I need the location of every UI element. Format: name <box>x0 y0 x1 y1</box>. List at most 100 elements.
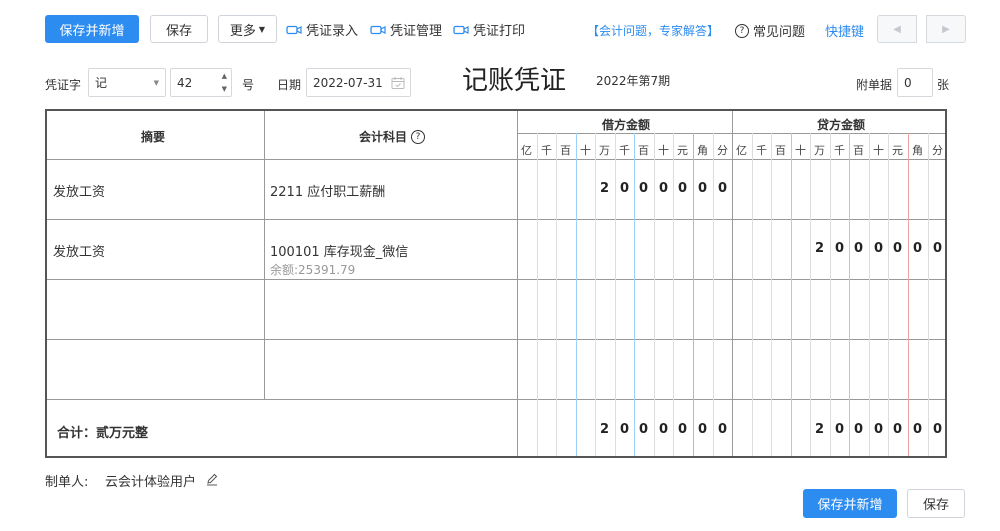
entry-summary-cell[interactable]: 发放工资 <box>53 181 105 200</box>
digit-unit-label: 元 <box>892 144 903 157</box>
attachment-unit-label: 张 <box>937 78 950 92</box>
column-divider-line <box>732 111 733 456</box>
digit-divider-line <box>537 133 538 456</box>
debit-amount-digit: 0 <box>658 181 669 196</box>
footer-save-and-new-button[interactable]: 保存并新增 <box>803 489 897 518</box>
next-voucher-button[interactable]: ▶ <box>926 15 966 43</box>
more-dropdown[interactable]: 更多 ▼ <box>218 15 277 43</box>
account-header-label: 会计科目 <box>359 130 408 144</box>
edit-pencil-icon[interactable] <box>205 472 219 486</box>
digit-unit-label: 十 <box>795 144 806 157</box>
voucher-word-value: 记 <box>95 76 108 90</box>
digit-unit-label: 千 <box>756 144 767 157</box>
save-button[interactable]: 保存 <box>150 15 208 43</box>
prev-arrow-icon: ◀ <box>893 23 901 35</box>
total-debit-digit: 0 <box>638 422 649 437</box>
total-credit-digit: 0 <box>892 422 903 437</box>
footer-save-button[interactable]: 保存 <box>907 489 965 518</box>
credit-amount-digit: 0 <box>873 241 884 256</box>
digit-divider-line <box>556 133 557 456</box>
digit-divider-line <box>810 133 811 456</box>
voucher-number-stepper[interactable]: 42 ▲ ▼ <box>170 68 232 97</box>
digit-unit-label: 分 <box>717 144 728 157</box>
page-title: 记账凭证 <box>462 66 567 96</box>
voucher-print-label: 凭证打印 <box>473 24 526 39</box>
credit-header: 贷方金额 <box>817 118 866 132</box>
total-credit-digit: 0 <box>834 422 845 437</box>
video-camera-icon <box>370 25 386 34</box>
period-label: 2022年第7期 <box>596 74 671 88</box>
caret-down-icon: ▼ <box>258 24 266 34</box>
total-credit-digit: 2 <box>814 422 825 437</box>
debit-amount-digit: 0 <box>697 181 708 196</box>
digit-unit-label: 十 <box>873 144 884 157</box>
account-header: 会计科目 ? <box>359 128 426 145</box>
voucher-number-value: 42 <box>177 75 193 90</box>
entry-summary-cell[interactable]: 发放工资 <box>53 241 105 260</box>
date-input[interactable]: 2022-07-31 <box>306 68 411 97</box>
entry-account-cell[interactable]: 100101 库存现金_微信 <box>270 241 408 260</box>
credit-amount-digit: 0 <box>834 241 845 256</box>
column-divider-line <box>517 111 518 456</box>
total-credit-digit: 0 <box>873 422 884 437</box>
credit-amount-digit: 0 <box>912 241 923 256</box>
next-arrow-icon: ▶ <box>942 23 950 35</box>
video-camera-icon <box>286 25 302 34</box>
debit-amount-digit: 0 <box>677 181 688 196</box>
date-value: 2022-07-31 <box>313 75 383 90</box>
video-camera-icon <box>453 25 469 34</box>
number-unit-label: 号 <box>242 78 255 92</box>
debit-credit-divider-line <box>517 133 945 134</box>
debit-amount-digit: 0 <box>717 181 728 196</box>
credit-amount-digit: 0 <box>892 241 903 256</box>
total-debit-digit: 0 <box>658 422 669 437</box>
more-label: 更多 <box>229 23 256 39</box>
total-debit-digit: 0 <box>697 422 708 437</box>
voucher-table: 摘要 会计科目 ? 借方金额 贷方金额 亿千百十万千百十元角分亿千百十万千百十元… <box>45 109 947 458</box>
credit-amount-digit: 0 <box>932 241 943 256</box>
question-circle-icon: ? <box>735 23 749 38</box>
date-label: 日期 <box>277 78 302 92</box>
digit-unit-label: 角 <box>697 144 708 157</box>
digit-divider-line <box>752 133 753 456</box>
voucher-manage-link[interactable]: 凭证管理 <box>370 20 442 39</box>
debit-amount-digit: 0 <box>638 181 649 196</box>
digit-unit-label: 百 <box>775 144 786 157</box>
calendar-icon <box>391 77 405 89</box>
digit-unit-label: 元 <box>677 144 688 157</box>
expert-answer-link[interactable]: 【会计问题，专家解答】 <box>587 22 719 39</box>
voucher-word-select[interactable]: 记 ▼ <box>88 68 166 97</box>
digit-unit-label: 百 <box>853 144 864 157</box>
voucher-manage-label: 凭证管理 <box>390 24 443 39</box>
shortcut-link[interactable]: 快捷键 <box>825 21 864 40</box>
digit-unit-label: 亿 <box>736 144 747 157</box>
voucher-entry-link[interactable]: 凭证录入 <box>286 20 358 39</box>
digit-unit-label: 十 <box>580 144 591 157</box>
digit-divider-line <box>888 133 889 456</box>
prev-voucher-button[interactable]: ◀ <box>877 15 917 43</box>
debit-amount-digit: 2 <box>599 181 610 196</box>
digit-unit-label: 百 <box>638 144 649 157</box>
entry-account-cell[interactable]: 2211 应付职工薪酬 <box>270 181 385 200</box>
digit-divider-line <box>830 133 831 456</box>
voucher-word-label: 凭证字 <box>45 78 82 92</box>
attachment-label: 附单据 <box>856 78 893 92</box>
total-credit-digit: 0 <box>853 422 864 437</box>
voucher-print-link[interactable]: 凭证打印 <box>453 20 525 39</box>
stepper-down-icon[interactable]: ▼ <box>222 85 227 93</box>
column-divider-line <box>264 111 265 399</box>
maker-name: 云会计体验用户 <box>105 475 197 490</box>
digit-unit-label: 万 <box>814 144 825 157</box>
digit-divider-line <box>791 133 792 456</box>
help-circle-icon[interactable]: ? <box>411 129 426 144</box>
digit-unit-label: 千 <box>834 144 845 157</box>
attachment-count-input[interactable]: 0 <box>897 68 933 97</box>
save-and-new-button[interactable]: 保存并新增 <box>45 15 139 43</box>
stepper-up-icon[interactable]: ▲ <box>222 72 227 80</box>
attachment-count-value: 0 <box>904 75 912 90</box>
digit-divider-line <box>849 133 850 456</box>
caret-down-icon: ▼ <box>153 78 159 87</box>
faq-link[interactable]: ? 常见问题 <box>735 21 805 40</box>
total-label: 合计：贰万元整 <box>57 426 149 441</box>
digit-divider-line <box>908 133 909 456</box>
